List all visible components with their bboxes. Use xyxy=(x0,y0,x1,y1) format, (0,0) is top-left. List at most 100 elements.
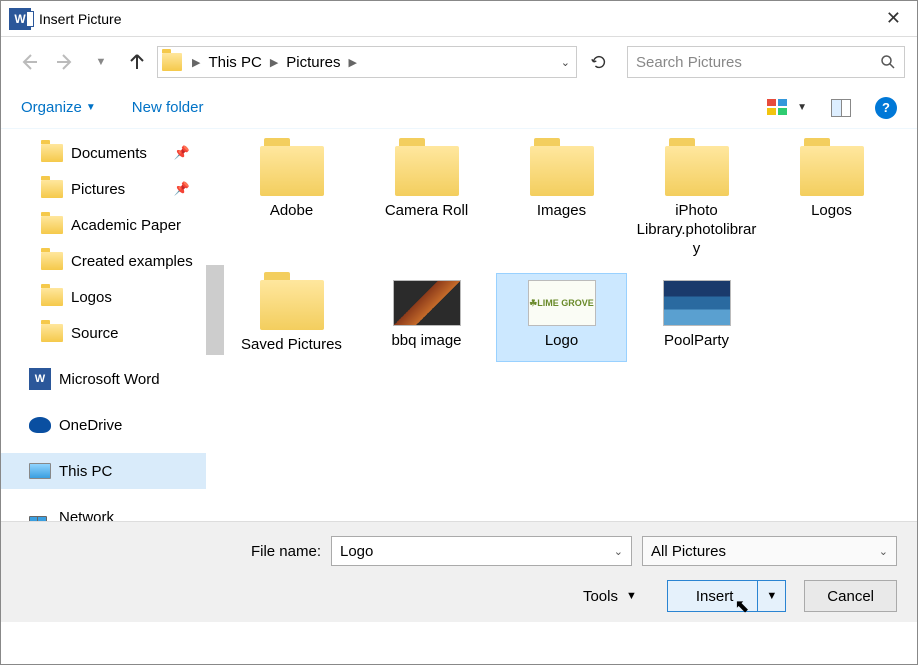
grid-item-folder[interactable]: iPhoto Library.photolibrary xyxy=(631,139,762,265)
sidebar-item-onedrive[interactable]: OneDrive xyxy=(1,407,206,443)
sidebar: Documents 📌 Pictures📌 Academic Paper Crea… xyxy=(1,129,206,521)
item-label: Images xyxy=(537,202,586,221)
filetype-filter[interactable]: All Pictures ⌄ xyxy=(642,536,897,566)
sidebar-item-pictures[interactable]: Pictures📌 xyxy=(1,171,206,207)
chevron-right-icon: ▶ xyxy=(344,56,360,69)
titlebar: W Insert Picture ✕ xyxy=(1,1,917,37)
sidebar-item-label: This PC xyxy=(59,463,112,480)
close-button[interactable]: ✕ xyxy=(878,8,909,29)
sidebar-item-label: Created examples xyxy=(71,253,193,270)
help-button[interactable]: ? xyxy=(875,97,897,119)
grid-item-image[interactable]: PoolParty xyxy=(631,273,762,362)
folder-icon xyxy=(41,180,63,198)
filename-field[interactable]: ⌄ xyxy=(331,536,632,566)
footer: File name: ⌄ All Pictures ⌄ Tools ▼ Inse… xyxy=(1,521,917,622)
folder-icon xyxy=(41,288,63,306)
sidebar-item-label: Microsoft Word xyxy=(59,371,160,388)
image-thumbnail: ☘LIME GROVE xyxy=(528,280,596,326)
new-folder-button[interactable]: New folder xyxy=(132,99,204,116)
sidebar-item-documents[interactable]: Documents 📌 xyxy=(1,135,206,171)
breadcrumb-this-pc[interactable]: This PC xyxy=(208,54,261,71)
sidebar-item-label: Documents xyxy=(71,145,147,162)
item-label: bbq image xyxy=(391,332,461,351)
item-label: Logo xyxy=(545,332,578,351)
sidebar-item-microsoft-word[interactable]: W Microsoft Word xyxy=(1,361,206,397)
up-button[interactable] xyxy=(121,46,153,78)
folder-icon xyxy=(41,216,63,234)
word-icon: W xyxy=(29,368,51,390)
chevron-down-icon[interactable]: ⌄ xyxy=(614,545,623,558)
folder-icon xyxy=(41,252,63,270)
sidebar-item-label: Logos xyxy=(71,289,112,306)
folder-icon xyxy=(162,53,182,71)
folder-icon xyxy=(665,146,729,196)
recent-dropdown[interactable]: ▼ xyxy=(85,46,117,78)
toolbar: Organize ▼ New folder ▼ ? xyxy=(1,87,917,129)
organize-menu[interactable]: Organize ▼ xyxy=(21,99,96,116)
view-mode-dropdown[interactable]: ▼ xyxy=(797,102,807,113)
breadcrumb-dropdown[interactable]: ⌄ xyxy=(555,56,576,69)
sidebar-item-this-pc[interactable]: This PC xyxy=(1,453,206,489)
cursor-icon: ⬉ xyxy=(734,596,749,617)
cancel-button[interactable]: Cancel xyxy=(804,580,897,612)
search-icon[interactable] xyxy=(880,54,896,70)
monitor-icon xyxy=(29,463,51,479)
breadcrumb[interactable]: ▶ This PC ▶ Pictures ▶ ⌄ xyxy=(157,46,577,78)
grid-item-folder[interactable]: Saved Pictures xyxy=(226,273,357,362)
breadcrumb-pictures[interactable]: Pictures xyxy=(286,54,340,71)
folder-icon xyxy=(530,146,594,196)
back-button[interactable] xyxy=(13,46,45,78)
sidebar-item-label: OneDrive xyxy=(59,417,122,434)
search-box[interactable] xyxy=(627,46,905,78)
sidebar-item-academic-paper[interactable]: Academic Paper xyxy=(1,207,206,243)
grid-item-folder[interactable]: Camera Roll xyxy=(361,139,492,265)
sidebar-item-label: Academic Paper xyxy=(71,217,181,234)
cancel-label: Cancel xyxy=(827,588,874,605)
chevron-down-icon: ⌄ xyxy=(879,545,888,558)
filename-input[interactable] xyxy=(340,543,614,560)
folder-icon xyxy=(395,146,459,196)
image-thumbnail xyxy=(393,280,461,326)
network-icon xyxy=(29,508,51,521)
grid-item-image[interactable]: ☘LIME GROVE Logo xyxy=(496,273,627,362)
organize-label: Organize xyxy=(21,99,82,116)
grid-item-folder[interactable]: Adobe xyxy=(226,139,357,265)
forward-button[interactable] xyxy=(49,46,81,78)
pin-icon: 📌 xyxy=(174,145,206,161)
chevron-down-icon: ▼ xyxy=(86,102,96,113)
tools-label: Tools xyxy=(583,588,618,605)
chevron-right-icon: ▶ xyxy=(188,56,204,69)
item-label: Logos xyxy=(811,202,852,221)
sidebar-item-label: Pictures xyxy=(71,181,125,198)
folder-icon xyxy=(41,324,63,342)
sidebar-item-label: Source xyxy=(71,325,119,342)
item-label: Adobe xyxy=(270,202,313,221)
insert-dropdown[interactable]: ▼ xyxy=(757,581,785,611)
sidebar-item-source[interactable]: Source xyxy=(1,315,206,351)
insert-button[interactable]: Insert ⬉ ▼ xyxy=(667,580,786,612)
grid-item-image[interactable]: bbq image xyxy=(361,273,492,362)
sidebar-item-created-examples[interactable]: Created examples xyxy=(1,243,206,279)
folder-icon xyxy=(260,146,324,196)
item-label: Camera Roll xyxy=(385,202,468,221)
grid-item-folder[interactable]: Images xyxy=(496,139,627,265)
grid-item-folder[interactable]: Logos xyxy=(766,139,897,265)
refresh-button[interactable] xyxy=(583,46,615,78)
item-label: PoolParty xyxy=(664,332,729,351)
word-app-icon: W xyxy=(9,8,31,30)
sidebar-item-logos[interactable]: Logos xyxy=(1,279,206,315)
folder-icon xyxy=(41,144,63,162)
sidebar-item-network[interactable]: Network xyxy=(1,499,206,521)
sidebar-item-label: Network xyxy=(59,509,114,522)
filename-label: File name: xyxy=(21,543,321,560)
navigation-bar: ▼ ▶ This PC ▶ Pictures ▶ ⌄ xyxy=(1,37,917,87)
tools-menu[interactable]: Tools ▼ xyxy=(583,588,637,605)
preview-pane-button[interactable] xyxy=(831,99,851,117)
main-area: Documents 📌 Pictures📌 Academic Paper Crea… xyxy=(1,129,917,521)
insert-label: Insert xyxy=(696,588,734,605)
search-input[interactable] xyxy=(636,54,880,71)
scrollbar-thumb[interactable] xyxy=(206,265,224,355)
view-mode-icon[interactable] xyxy=(767,99,789,117)
item-label: Saved Pictures xyxy=(241,336,342,355)
new-folder-label: New folder xyxy=(132,99,204,116)
